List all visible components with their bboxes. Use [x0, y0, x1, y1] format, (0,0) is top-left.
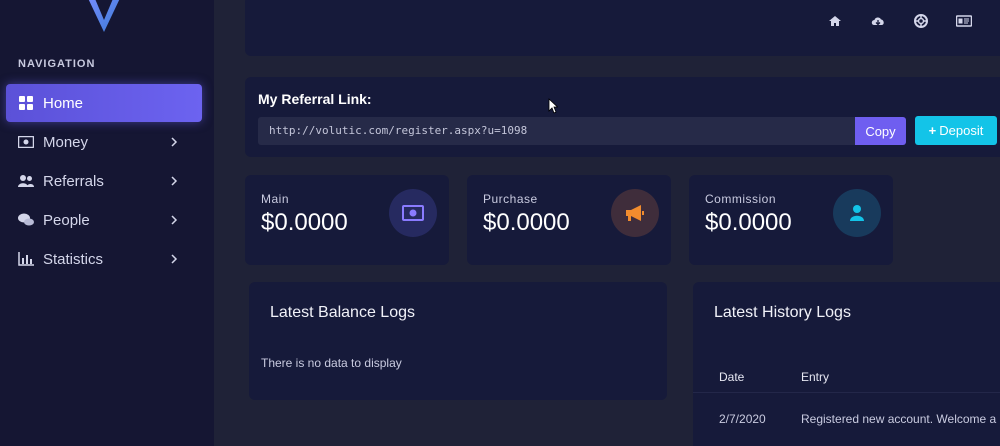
banknote-icon [389, 189, 437, 237]
referral-title: My Referral Link: [258, 91, 372, 107]
sidebar-item-statistics[interactable]: Statistics [6, 240, 202, 278]
id-card-icon[interactable] [956, 13, 972, 29]
chevron-right-icon [171, 254, 178, 264]
users-icon [17, 172, 35, 190]
sidebar-item-label: Money [43, 133, 89, 151]
stat-value: $0.0000 [483, 209, 570, 236]
bar-chart-icon [17, 250, 35, 268]
chevron-right-icon [171, 137, 178, 147]
sidebar: NAVIGATION Home Money Referrals People S… [0, 0, 214, 446]
stat-label: Main [261, 192, 290, 206]
referral-card: My Referral Link: http://volutic.com/reg… [245, 77, 1000, 157]
mouse-cursor-icon [548, 98, 558, 114]
stat-value: $0.0000 [705, 209, 792, 236]
panel-title: Latest History Logs [714, 304, 851, 321]
stat-card-main: Main $0.0000 [245, 175, 449, 265]
brand-logo-icon[interactable] [82, 0, 126, 34]
home-icon[interactable] [827, 13, 843, 29]
history-logs-panel: Latest History Logs Date Entry 2/7/2020 … [693, 282, 1000, 446]
empty-state-text: There is no data to display [261, 356, 402, 370]
stat-label: Purchase [483, 192, 538, 206]
copy-button[interactable]: Copy [855, 117, 906, 145]
cloud-download-icon[interactable] [870, 13, 886, 29]
plus-icon: + [928, 123, 937, 138]
panel-title: Latest Balance Logs [270, 304, 415, 321]
user-icon [833, 189, 881, 237]
balance-logs-panel: Latest Balance Logs There is no data to … [249, 282, 667, 400]
top-bar [245, 0, 1000, 56]
sidebar-item-label: People [43, 211, 90, 229]
stat-card-commission: Commission $0.0000 [689, 175, 893, 265]
sidebar-item-people[interactable]: People [6, 201, 202, 239]
megaphone-icon [611, 189, 659, 237]
sidebar-item-referrals[interactable]: Referrals [6, 162, 202, 200]
stat-value: $0.0000 [261, 209, 348, 236]
chevron-right-icon [171, 215, 178, 225]
lifebuoy-icon[interactable] [913, 13, 929, 29]
column-header-entry: Entry [801, 370, 830, 384]
chevron-right-icon [171, 176, 178, 186]
chat-bubbles-icon [17, 211, 35, 229]
sidebar-item-money[interactable]: Money [6, 123, 202, 161]
referral-link-field[interactable]: http://volutic.com/register.aspx?u=1098 [258, 117, 855, 145]
stat-card-purchase: Purchase $0.0000 [467, 175, 671, 265]
column-header-date: Date [719, 370, 745, 384]
nav-heading: NAVIGATION [18, 58, 96, 70]
grid-icon [17, 94, 35, 112]
banknote-icon [17, 133, 35, 151]
table-cell-entry: Registered new account. Welcome a [801, 412, 997, 426]
deposit-label: Deposit [939, 123, 984, 138]
stat-label: Commission [705, 192, 777, 206]
table-cell-date: 2/7/2020 [719, 412, 766, 426]
sidebar-item-home[interactable]: Home [6, 84, 202, 122]
sidebar-item-label: Statistics [43, 250, 104, 268]
sidebar-item-label: Home [43, 94, 84, 112]
deposit-button[interactable]: + Deposit [915, 116, 997, 145]
divider [693, 392, 1000, 393]
sidebar-item-label: Referrals [43, 172, 104, 190]
